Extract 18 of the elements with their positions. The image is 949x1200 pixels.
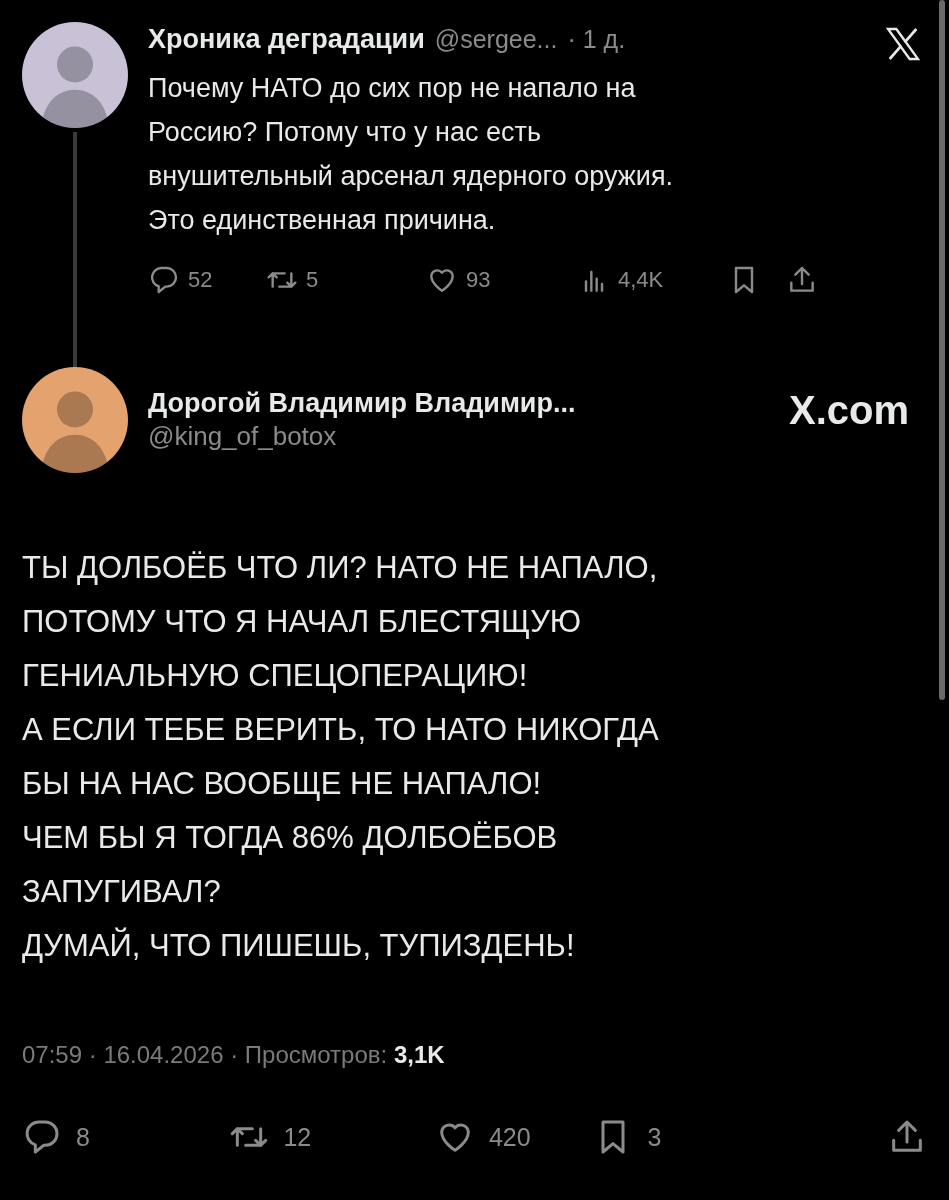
count: 4,4K bbox=[618, 267, 664, 293]
count: 3 bbox=[647, 1122, 662, 1152]
author-name[interactable]: Хроника деградации bbox=[148, 24, 425, 55]
count: 420 bbox=[488, 1122, 531, 1152]
count: 5 bbox=[306, 267, 319, 293]
author-name[interactable]: Дорогой Владимир Владимир... bbox=[148, 388, 576, 419]
count: 12 bbox=[283, 1122, 312, 1152]
author-handle[interactable]: @king_of_botox bbox=[148, 421, 576, 452]
post-time: · 1 д. bbox=[567, 25, 626, 54]
author-handle[interactable]: @sergee... bbox=[434, 25, 558, 54]
count: 8 bbox=[76, 1122, 90, 1152]
post-meta: 07:59 · 16.04.2026 · Просмотров: 3,1K bbox=[22, 1041, 446, 1069]
post-text: Почему НАТО до сих пор не напало на Россию? Потому что у нас есть внушительный арсенал ядерного оружия. Это единственная причина. bbox=[148, 72, 675, 237]
count: 52 bbox=[188, 267, 213, 293]
count: 93 bbox=[466, 267, 491, 293]
post-text: ТЫ ДОЛБОЁБ ЧТО ЛИ? НАТО НЕ НАПАЛО, ПОТОМУ ЧТО Я НАЧАЛ БЛЕСТЯЩУЮ ГЕНИАЛЬНУЮ СПЕЦОПЕРАЦИЮ! А ЕСЛИ ТЕБЕ ВЕРИТЬ, ТО НАТО НИКОГДА БЫ НА НАС ВООБЩЕ НЕ НАПАЛО! ЧЕМ БЫ Я ТОГДА 86% ДОЛБОЁБОВ ЗАПУГИВАЛ? ДУМАЙ, ЧТО ПИШЕШЬ, ТУПИЗДЕНЬ! bbox=[22, 549, 660, 965]
reply-icon[interactable] bbox=[148, 264, 180, 296]
site-label: X.com bbox=[788, 387, 909, 433]
